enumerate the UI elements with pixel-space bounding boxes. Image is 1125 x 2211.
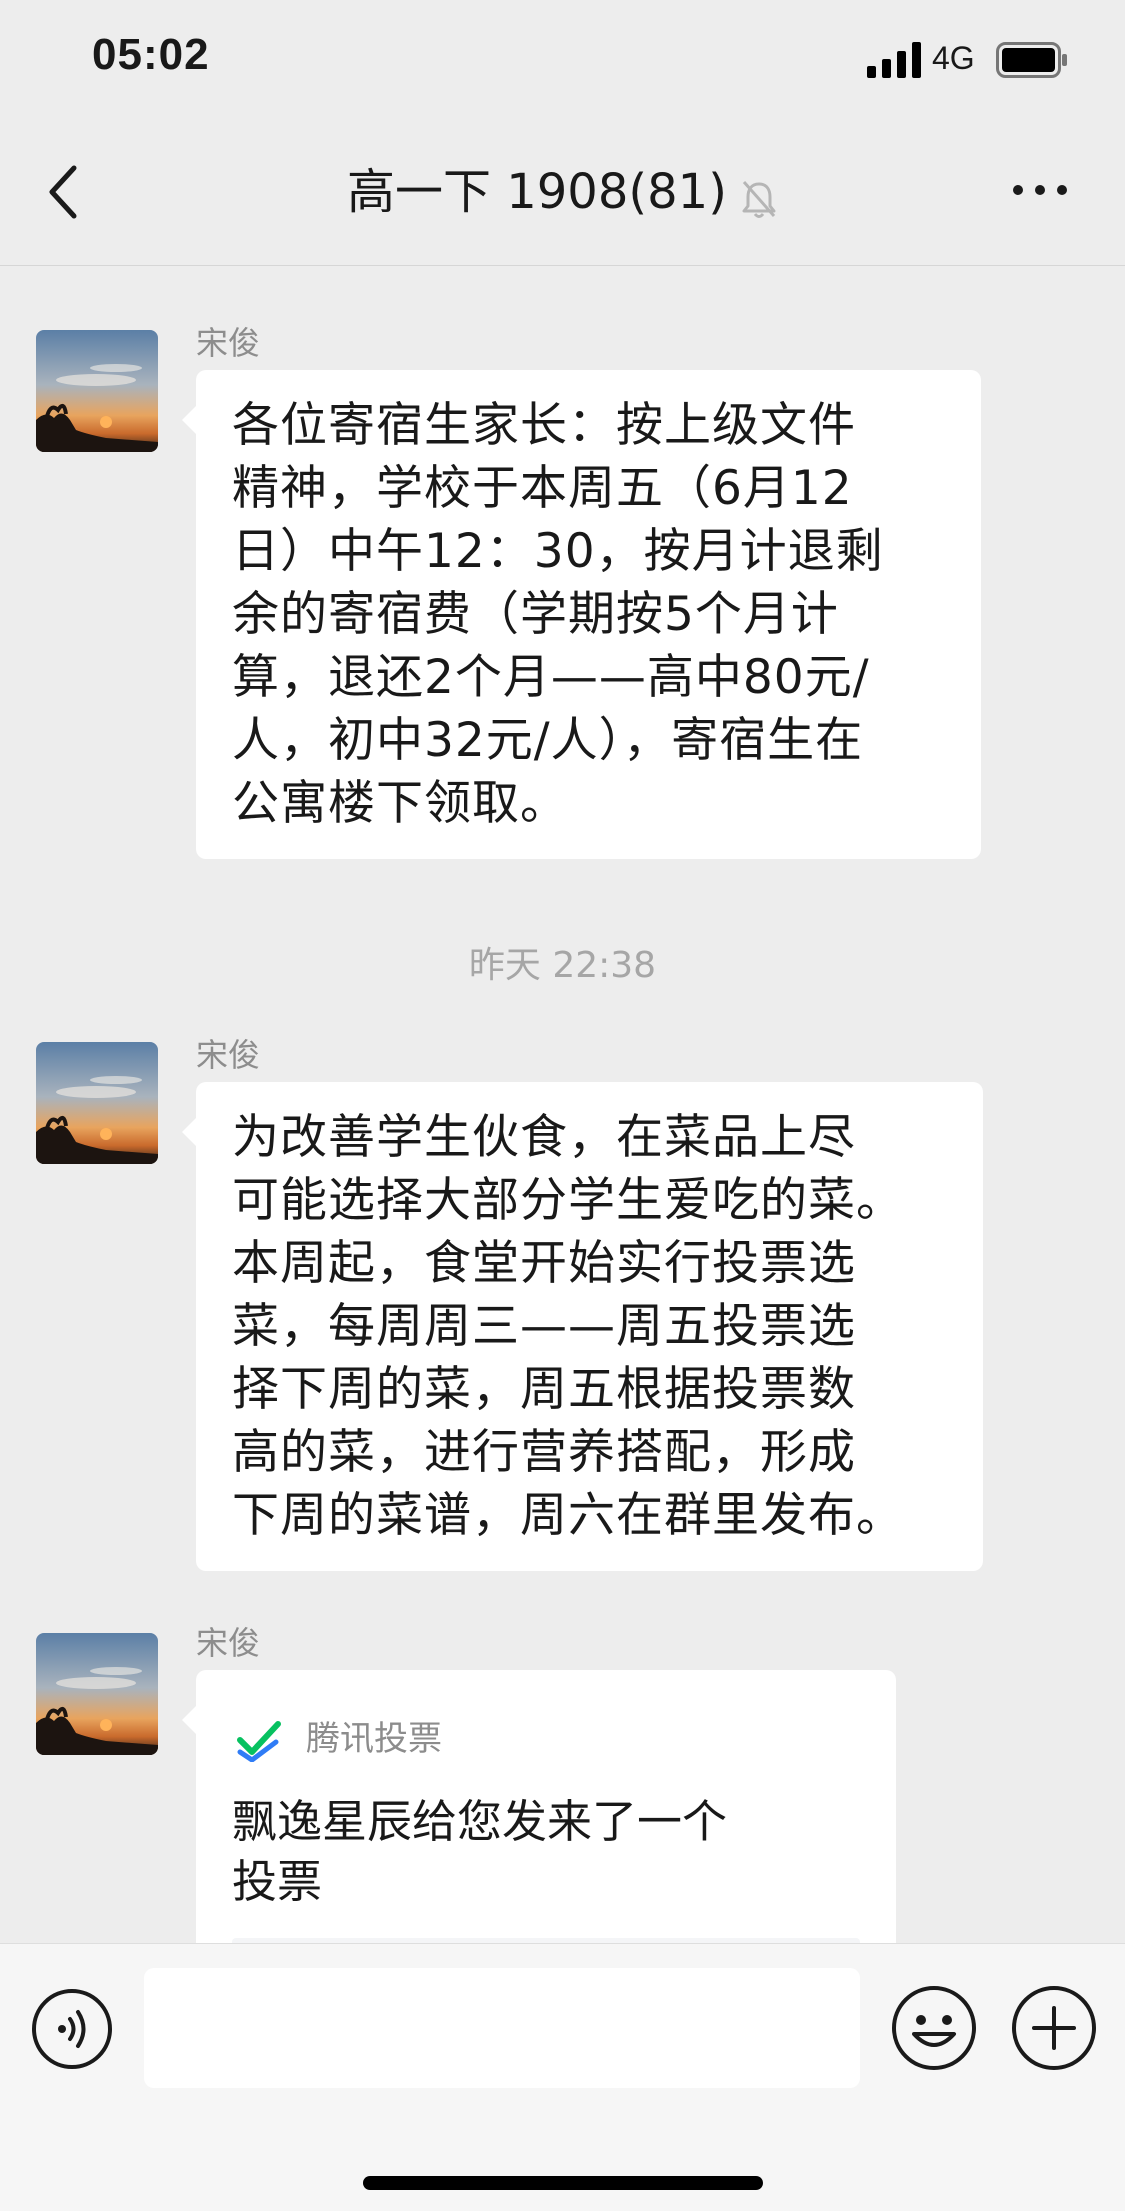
avatar[interactable] (36, 1042, 158, 1164)
avatar[interactable] (36, 330, 158, 452)
emoji-icon[interactable] (890, 1984, 978, 2072)
status-time: 05:02 (92, 30, 210, 79)
message-line: 公寓楼下领取。 (232, 776, 568, 831)
card-line: 飘逸星辰给您发来了一个 (232, 1795, 728, 1848)
message-line: 高的菜，进行营养搭配，形成 (232, 1425, 856, 1480)
message-line: 下周的菜谱，周六在群里发布。 (232, 1488, 904, 1543)
message-line: 日）中午12：30，按月计退剩 (232, 524, 884, 579)
more-dots-icon[interactable] (1010, 170, 1070, 210)
vote-card[interactable]: 腾讯投票 飘逸星辰给您发来了一个 投票 (182, 1670, 896, 1943)
status-bar: 05:02 4G (0, 0, 1125, 120)
message-line: 菜，每周周三——周五投票选 (232, 1299, 856, 1354)
sunset-avatar-image (36, 330, 158, 452)
message-line: 各位寄宿生家长：按上级文件 (232, 398, 856, 453)
input-bar (0, 1943, 1125, 2211)
sunset-avatar-image (36, 1633, 158, 1755)
sunset-avatar-image (36, 1042, 158, 1164)
message-bubble[interactable]: 各位寄宿生家长：按上级文件 精神，学校于本周五（6月12 日）中午12：30，按… (182, 370, 981, 859)
cellular-signal-icon (867, 42, 921, 78)
message-line: 择下周的菜，周五根据投票数 (232, 1362, 856, 1417)
message-input[interactable] (144, 1968, 860, 2088)
plus-icon[interactable] (1010, 1984, 1098, 2072)
message-line: 人，初中32元/人），寄宿生在 (232, 713, 864, 768)
network-type: 4G (932, 40, 975, 76)
card-description: 飘逸星辰给您发来了一个 投票 (232, 1792, 792, 1912)
message-line: 为改善学生伙食，在菜品上尽 (232, 1110, 856, 1165)
message-line: 可能选择大部分学生爱吃的菜。 (232, 1173, 904, 1228)
sender-name: 宋俊 (196, 1624, 261, 1662)
message-line: 余的寄宿费（学期按5个月计 (232, 587, 839, 642)
chat-title: 高一下 1908(81) (346, 164, 727, 220)
message-bubble[interactable]: 为改善学生伙食，在菜品上尽 可能选择大部分学生爱吃的菜。 本周起，食堂开始实行投… (182, 1082, 983, 1571)
battery-icon (996, 42, 1067, 78)
message-timestamp: 昨天 22:38 (468, 945, 657, 986)
chat-header: 高一下 1908(81) (0, 120, 1125, 266)
message-line: 算，退还2个月——高中80元/ (232, 650, 870, 705)
bell-slash-icon (742, 180, 776, 218)
message-line: 精神，学校于本周五（6月12 (232, 461, 853, 516)
voice-icon[interactable] (30, 1987, 114, 2071)
home-indicator[interactable] (363, 2176, 763, 2190)
title-area: 高一下 1908(81) (0, 160, 1125, 224)
tencent-vote-icon (237, 1721, 281, 1762)
chat-scroll-area[interactable]: 宋俊 各位寄宿生家长：按上级文件 精神，学校于本周五（6月12 日）中午12：3… (0, 266, 1125, 1943)
sender-name: 宋俊 (196, 324, 261, 362)
card-line: 投票 (232, 1855, 323, 1908)
card-app-name: 腾讯投票 (306, 1719, 442, 1759)
message-line: 本周起，食堂开始实行投票选 (232, 1236, 856, 1291)
sender-name: 宋俊 (196, 1036, 261, 1074)
avatar[interactable] (36, 1633, 158, 1755)
